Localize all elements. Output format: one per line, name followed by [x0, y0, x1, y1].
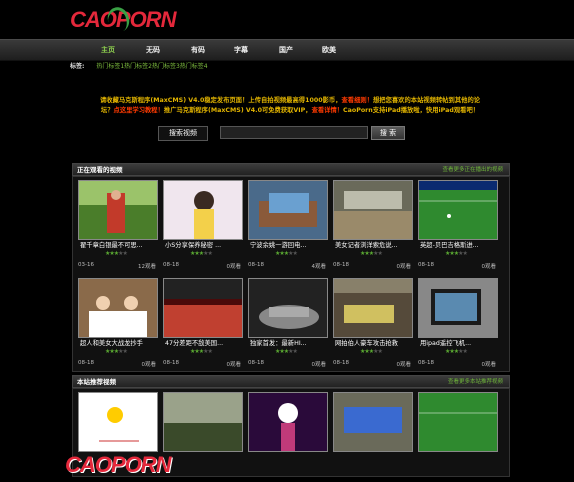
video-card[interactable]: 用ipad遥控飞机... ★★★★★ 08-18 0观看 [418, 278, 498, 368]
video-card[interactable] [333, 392, 413, 482]
main-navbar: 主页 无码 有码 字幕 国产 欧美 [0, 39, 574, 61]
section-recommended-header: 本站推荐视频 查看更多本站推荐视频 [72, 375, 510, 388]
video-date: 08-18 [248, 262, 264, 268]
video-thumbnail[interactable] [333, 392, 413, 452]
video-thumbnail[interactable] [248, 392, 328, 452]
video-card[interactable] [418, 392, 498, 482]
video-thumbnail[interactable] [163, 180, 243, 240]
rating-stars: ★★★★★ [275, 250, 298, 257]
video-thumbnail[interactable] [333, 180, 413, 240]
video-title[interactable]: 英超-贝巴吉格斯进... [420, 240, 498, 249]
video-title[interactable]: 翟千章白银最不可思... [80, 240, 158, 249]
video-views: 0观看 [481, 264, 497, 270]
section-more-link[interactable]: 查看更多本站推荐视频 [448, 376, 503, 388]
video-views: 0观看 [226, 264, 242, 270]
video-thumbnail[interactable] [248, 180, 328, 240]
nav-censored[interactable]: 有码 [191, 40, 205, 60]
video-card[interactable]: 网拍伯人豪车攻击抢救 ★★★★★ 08-18 0观看 [333, 278, 413, 368]
rating-stars: ★★★★★ [275, 348, 298, 355]
nav-uncensored[interactable]: 无码 [146, 40, 160, 60]
video-thumbnail[interactable] [163, 392, 243, 452]
video-date: 08-18 [78, 360, 94, 366]
video-card[interactable] [248, 392, 328, 482]
video-date: 08-18 [333, 262, 349, 268]
rating-stars: ★★★★★ [190, 348, 213, 355]
nav-domestic[interactable]: 国产 [279, 40, 293, 60]
rating-stars: ★★★★★ [360, 250, 383, 257]
video-thumbnail[interactable] [418, 392, 498, 452]
section-more-link[interactable]: 查看更多正在播出的视频 [442, 164, 503, 176]
video-date: 08-18 [333, 360, 349, 366]
search-button[interactable]: 搜 索 [371, 126, 405, 140]
section-now-watching-header: 正在观看的视频 查看更多正在播出的视频 [72, 163, 510, 176]
video-card[interactable]: 47分差距不敌美国... ★★★★★ 08-18 0观看 [163, 278, 243, 368]
video-title[interactable]: 宁波余姚一游回电... [250, 240, 328, 249]
video-card[interactable]: 翟千章白银最不可思... ★★★★★ 03-16 12观看 [78, 180, 158, 270]
section-title: 正在观看的视频 [77, 166, 123, 174]
nav-western[interactable]: 欧美 [322, 40, 336, 60]
section-title: 本站推荐视频 [77, 378, 116, 386]
rating-stars: ★★★★★ [105, 250, 128, 257]
tag-label: 标签: [70, 63, 85, 70]
notice-link-tutorial[interactable]: 点这里学习教程！ [114, 107, 164, 114]
rating-stars: ★★★★★ [445, 348, 468, 355]
video-title[interactable]: 小S分享保养秘密 ... [165, 240, 243, 249]
video-card[interactable]: 宁波余姚一游回电... ★★★★★ 08-18 4观看 [248, 180, 328, 270]
video-thumbnail[interactable] [418, 278, 498, 338]
video-card[interactable]: 美女记者浏洋索危说... ★★★★★ 08-18 0观看 [333, 180, 413, 270]
video-title[interactable]: 超人和美女大战龙抄手 [80, 338, 158, 347]
search-input[interactable] [220, 126, 368, 139]
video-views: 0观看 [396, 264, 412, 270]
video-date: 08-18 [418, 262, 434, 268]
nav-home[interactable]: 主页 [101, 40, 115, 60]
video-title[interactable]: 47分差距不敌美国... [165, 338, 243, 347]
video-thumbnail[interactable] [418, 180, 498, 240]
video-thumbnail[interactable] [78, 392, 158, 452]
video-thumbnail[interactable] [333, 278, 413, 338]
video-card[interactable]: 英超-贝巴吉格斯进... ★★★★★ 08-18 0观看 [418, 180, 498, 270]
video-views: 4观看 [311, 264, 327, 270]
video-thumbnail[interactable] [248, 278, 328, 338]
video-date: 08-18 [163, 262, 179, 268]
video-views: 0观看 [481, 362, 497, 368]
video-card[interactable]: 独家首发：最新HI... ★★★★★ 08-18 0观看 [248, 278, 328, 368]
notice-link-rules[interactable]: 查看细则！ [342, 97, 373, 104]
video-views: 0观看 [396, 362, 412, 368]
video-title[interactable]: 美女记者浏洋索危说... [335, 240, 413, 249]
video-date: 08-18 [248, 360, 264, 366]
video-views: 0观看 [226, 362, 242, 368]
video-thumbnail[interactable] [78, 278, 158, 338]
video-date: 08-18 [418, 360, 434, 366]
site-logo[interactable]: CAOPORN [70, 4, 182, 35]
video-thumbnail[interactable] [163, 278, 243, 338]
video-title[interactable]: 用ipad遥控飞机... [420, 338, 498, 347]
video-thumbnail[interactable] [78, 180, 158, 240]
nav-subtitles[interactable]: 字幕 [234, 40, 248, 60]
video-views: 0观看 [311, 362, 327, 368]
rating-stars: ★★★★★ [105, 348, 128, 355]
video-date: 03-16 [78, 262, 94, 268]
video-date: 08-18 [163, 360, 179, 366]
tag-bar: 标签: 热门标签1热门标签2热门标签3热门标签4 [70, 62, 510, 72]
tag-links[interactable]: 热门标签1热门标签2热门标签3热门标签4 [96, 63, 207, 70]
video-views: 12观看 [138, 264, 156, 270]
notice-link-details[interactable]: 查看详情！ [312, 107, 343, 114]
video-views: 0观看 [141, 362, 157, 368]
search-category-select[interactable]: 搜索视频 [158, 126, 208, 141]
rating-stars: ★★★★★ [190, 250, 213, 257]
video-title[interactable]: 网拍伯人豪车攻击抢救 [335, 338, 413, 347]
site-notice: 请收藏马克斯程序(MaxCMS) V4.0稳定发布页面！上传自拍视频最高得100… [99, 97, 481, 114]
rating-stars: ★★★★★ [445, 250, 468, 257]
video-card[interactable]: 超人和美女大战龙抄手 ★★★★★ 08-18 0观看 [78, 278, 158, 368]
rating-stars: ★★★★★ [360, 348, 383, 355]
video-title[interactable]: 独家首发：最新HI... [250, 338, 328, 347]
watermark-logo: CAOPORN [65, 452, 171, 477]
video-card[interactable]: 小S分享保养秘密 ... ★★★★★ 08-18 0观看 [163, 180, 243, 270]
